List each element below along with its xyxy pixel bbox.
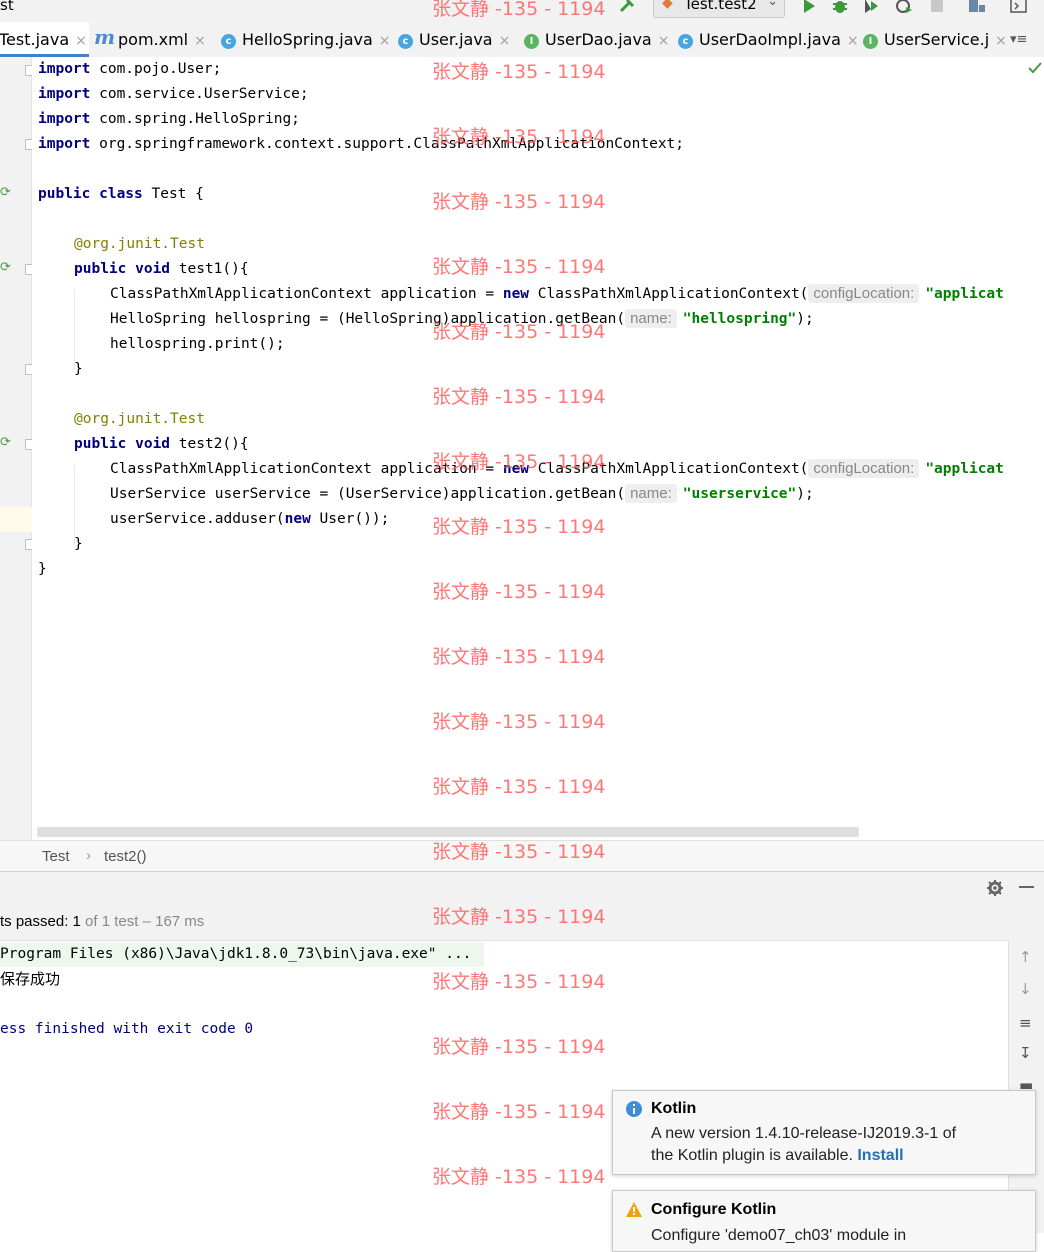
run-configuration-label: Test.test2 xyxy=(684,0,757,13)
tab-overflow-menu[interactable]: ▾≡ xyxy=(1010,22,1027,57)
profile-icon[interactable] xyxy=(895,0,913,15)
code-line-brace: } xyxy=(38,561,47,577)
code-line-annotation: @org.junit.Test xyxy=(74,411,205,427)
tab-user-java[interactable]: c User.java × xyxy=(398,22,510,57)
maven-icon: m xyxy=(94,25,116,49)
build-hammer-icon[interactable] xyxy=(618,0,636,15)
notification-text: Configure 'demo07_ch03' module in xyxy=(651,1227,907,1244)
tab-userdaoimpl-java[interactable]: c UserDaoImpl.java × xyxy=(678,22,859,57)
code-line-getbean: UserService userService = (UserService)a… xyxy=(110,484,814,503)
chevron-right-icon: › xyxy=(86,847,91,864)
tab-label: UserDao.java xyxy=(545,30,652,49)
stop-icon[interactable] xyxy=(928,0,946,15)
configure-kotlin-notification: Configure Kotlin Configure 'demo07_ch03'… xyxy=(612,1190,1036,1252)
run-test-gutter-icon[interactable]: ⟳ xyxy=(0,185,11,200)
close-icon[interactable]: × xyxy=(379,33,391,49)
run-tool-window-header xyxy=(0,871,1044,905)
code-line-print: hellospring.print(); xyxy=(110,336,285,352)
code-line-adduser: userService.adduser(new User()); xyxy=(110,511,390,527)
navigation-bar-title: st xyxy=(0,0,14,14)
notification-title: Kotlin xyxy=(651,1100,697,1117)
code-line-import: import org.springframework.context.suppo… xyxy=(38,136,685,152)
notification-title: Configure Kotlin xyxy=(651,1201,777,1218)
soft-wrap-icon[interactable]: ≡ xyxy=(1019,1014,1032,1032)
run-icon[interactable] xyxy=(800,0,818,15)
tab-userservice-java[interactable]: I UserService.j × xyxy=(863,22,1007,57)
notification-text: A new version 1.4.10-release-IJ2019.3-1 … xyxy=(651,1125,957,1164)
close-icon[interactable]: × xyxy=(75,33,87,49)
interface-icon: I xyxy=(524,34,539,49)
test-results-summary: ts passed: 1 of 1 test – 167 ms xyxy=(0,904,1044,940)
class-icon: c xyxy=(221,34,236,49)
terminal-icon[interactable] xyxy=(1010,0,1028,15)
code-line-import: import com.service.UserService; xyxy=(38,86,309,102)
tab-label: UserService.j xyxy=(884,30,990,49)
close-icon[interactable]: × xyxy=(499,33,511,49)
passed-count: 1 xyxy=(72,913,81,930)
code-line-class-decl: public class Test { xyxy=(38,186,204,202)
gear-icon[interactable] xyxy=(986,879,1004,897)
breadcrumb: Test › test2() xyxy=(0,840,1044,871)
class-icon: c xyxy=(678,34,693,49)
code-editor[interactable]: import com.pojo.User; import com.service… xyxy=(32,57,1044,840)
close-icon[interactable]: × xyxy=(658,33,670,49)
minimize-icon[interactable] xyxy=(1019,886,1034,888)
run-test-gutter-icon[interactable]: ⟳ xyxy=(0,260,11,275)
close-icon[interactable]: × xyxy=(847,33,859,49)
code-line-annotation: @org.junit.Test xyxy=(74,236,205,252)
close-icon[interactable]: × xyxy=(995,33,1007,49)
tab-test-java[interactable]: Test.java × xyxy=(0,22,89,57)
console-command-line: Program Files (x86)\Java\jdk1.8.0_73\bin… xyxy=(0,942,484,967)
console-exit-line: ess finished with exit code 0 xyxy=(0,1021,254,1037)
scroll-to-end-icon[interactable]: ↧ xyxy=(1019,1044,1032,1062)
arrow-down-icon[interactable]: ↓ xyxy=(1019,980,1032,998)
tab-label: UserDaoImpl.java xyxy=(699,30,841,49)
tab-label: HelloSpring.java xyxy=(242,30,373,49)
parameter-hint: configLocation: xyxy=(808,284,920,303)
console-output-line: 保存成功 xyxy=(0,970,61,988)
code-line-method-test2: public void test2(){ xyxy=(74,436,249,452)
code-line-brace: } xyxy=(74,361,83,377)
editor-gutter: ⟳ ⟳ ⟳ xyxy=(0,57,36,840)
tab-pom-xml[interactable]: m pom.xml × xyxy=(94,22,206,57)
project-structure-icon[interactable] xyxy=(968,0,986,15)
breadcrumb-class[interactable]: Test xyxy=(42,848,70,865)
parameter-hint: configLocation: xyxy=(808,459,920,478)
code-line-method-test1: public void test1(){ xyxy=(74,261,249,277)
arrow-up-icon[interactable]: ↑ xyxy=(1019,948,1032,966)
code-line-context: ClassPathXmlApplicationContext applicati… xyxy=(110,459,1004,478)
run-test-gutter-icon[interactable]: ⟳ xyxy=(0,435,11,450)
info-icon xyxy=(626,1101,642,1117)
tab-label: Test.java xyxy=(0,30,70,49)
code-line-import: import com.spring.HelloSpring; xyxy=(38,111,300,127)
code-line-context: ClassPathXmlApplicationContext applicati… xyxy=(110,284,1004,303)
tab-hellospring-java[interactable]: c HelloSpring.java × xyxy=(221,22,391,57)
code-line-import: import com.pojo.User; xyxy=(38,61,222,77)
inspection-ok-check-icon[interactable] xyxy=(1027,61,1043,75)
editor-tab-bar: Test.java × m pom.xml × c HelloSpring.java × … xyxy=(0,22,1044,58)
parameter-hint: name: xyxy=(625,309,677,328)
interface-icon: I xyxy=(863,34,878,49)
tab-userdao-java[interactable]: I UserDao.java × xyxy=(524,22,669,57)
run-with-coverage-icon[interactable] xyxy=(862,0,880,15)
parameter-hint: name: xyxy=(625,484,677,503)
run-configuration-selector[interactable]: ◆ Test.test2 ⌄ xyxy=(653,0,785,18)
chevron-down-icon: ⌄ xyxy=(767,0,778,9)
horizontal-scrollbar[interactable] xyxy=(37,827,859,837)
breadcrumb-method[interactable]: test2() xyxy=(104,848,147,865)
main-toolbar: st ◆ Test.test2 ⌄ xyxy=(0,0,1044,22)
debug-icon[interactable] xyxy=(831,0,849,15)
warning-icon xyxy=(626,1202,642,1217)
close-icon[interactable]: × xyxy=(194,33,206,49)
code-line-brace: } xyxy=(74,536,83,552)
junit-config-icon: ◆ xyxy=(662,0,673,11)
install-link[interactable]: Install xyxy=(857,1147,903,1164)
kotlin-update-notification: Kotlin A new version 1.4.10-release-IJ20… xyxy=(612,1090,1036,1175)
tab-label: User.java xyxy=(419,30,493,49)
tab-label: pom.xml xyxy=(118,30,189,49)
code-line-getbean: HelloSpring hellospring = (HelloSpring)a… xyxy=(110,309,814,328)
class-icon: c xyxy=(398,34,413,49)
